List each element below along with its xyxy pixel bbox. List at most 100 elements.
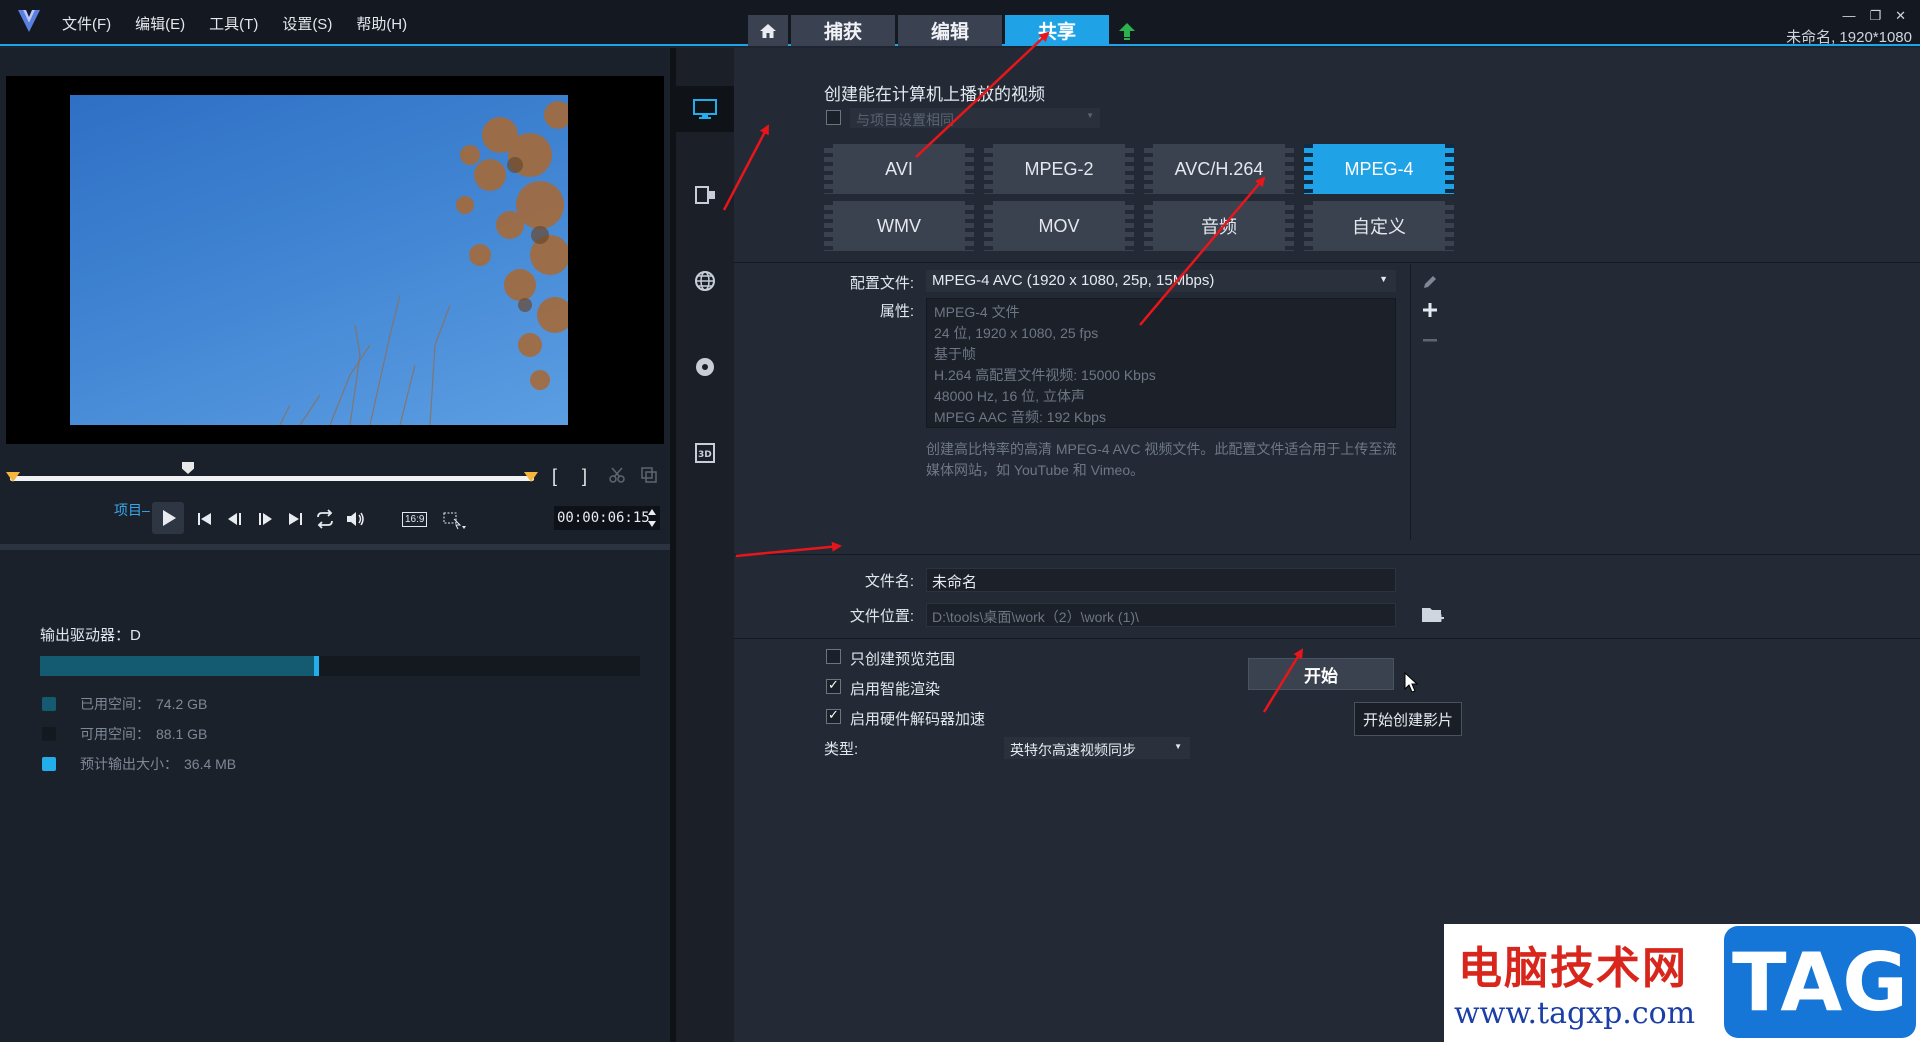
property-line: 基于帧	[934, 346, 976, 362]
folder-icon	[1422, 608, 1444, 622]
preview-range-label: 只创建预览范围	[850, 651, 956, 668]
column-divider	[1410, 264, 1411, 540]
watermark-cn: 电脑技术网	[1458, 943, 1688, 994]
property-line: H.264 高配置文件视频: 15000 Kbps	[934, 367, 1156, 383]
volume-icon[interactable]	[344, 508, 366, 530]
location-input[interactable]: D:\tools\桌面\work（2）\work (1)\	[926, 603, 1396, 627]
tab-capture[interactable]: 捕获	[791, 15, 895, 46]
filename-label: 文件名:	[864, 573, 914, 590]
go-to-end-icon[interactable]	[284, 508, 306, 530]
playhead[interactable]	[182, 462, 194, 474]
type-dropdown[interactable]: 英特尔高速视频同步	[1004, 737, 1190, 759]
disc-category[interactable]	[676, 344, 734, 390]
menu-help[interactable]: 帮助(H)	[356, 13, 407, 34]
globe-icon	[695, 271, 715, 291]
top-bar: 文件(F) 编辑(E) 工具(T) 设置(S) 帮助(H) 捕获 编辑 共享 —…	[0, 0, 1920, 46]
tab-home[interactable]	[748, 15, 788, 46]
estimated-output-marker	[314, 656, 320, 676]
section-divider	[734, 262, 1920, 263]
3d-category[interactable]: 3D	[676, 430, 734, 476]
same-as-project-dropdown[interactable]: 与项目设置相同	[850, 108, 1100, 128]
filename-input[interactable]: 未命名	[926, 568, 1396, 592]
restore-icon[interactable]: ❐	[1869, 8, 1881, 24]
copy-clip-icon[interactable]	[640, 466, 658, 484]
device-icon	[695, 186, 715, 204]
format-avi-button[interactable]: AVI	[824, 144, 974, 194]
menu-settings[interactable]: 设置(S)	[282, 13, 332, 34]
computer-category[interactable]	[676, 86, 734, 132]
watermark-tag: TAG	[1724, 926, 1916, 1038]
web-category[interactable]	[676, 258, 734, 304]
edit-profile-button[interactable]	[1420, 272, 1440, 292]
format-avc-button[interactable]: AVC/H.264	[1144, 144, 1294, 194]
properties-box: MPEG-4 文件 24 位, 1920 x 1080, 25 fps 基于帧 …	[926, 298, 1396, 428]
location-label: 文件位置:	[849, 608, 914, 625]
menu-file[interactable]: 文件(F)	[62, 13, 111, 34]
smart-render-checkbox[interactable]	[826, 677, 841, 694]
format-buttons: AVI MPEG-2 AVC/H.264 MPEG-4 WMV MOV 音频 自…	[824, 144, 1456, 254]
share-category-bar: 3D	[676, 48, 734, 1042]
minus-icon	[1423, 339, 1437, 342]
monitor-icon	[693, 99, 717, 119]
play-button[interactable]	[152, 502, 184, 534]
upload-icon[interactable]	[1118, 22, 1136, 40]
legend-free-swatch	[42, 727, 56, 741]
menu-tools[interactable]: 工具(T)	[209, 13, 258, 34]
legend-free: 可用空间： 88.1 GB	[42, 724, 207, 744]
mouse-cursor-icon	[1404, 672, 1419, 693]
go-to-start-icon[interactable]	[194, 508, 216, 530]
display-mode-icon[interactable]	[442, 510, 468, 530]
tab-edit[interactable]: 编辑	[898, 15, 1002, 46]
add-profile-button[interactable]	[1420, 300, 1440, 320]
mode-tabs: 捕获 编辑 共享	[748, 15, 1109, 46]
same-as-project-checkbox[interactable]	[826, 110, 841, 125]
property-line: 48000 Hz, 16 位, 立体声	[934, 388, 1085, 404]
player-panel: [ ] 项目– 16:9 00:00:06:15 输出驱动器：D 已用空间： 74…	[0, 48, 670, 1042]
timeline-scrubber[interactable]	[10, 476, 534, 481]
tab-share[interactable]: 共享	[1005, 15, 1109, 46]
close-icon[interactable]: ✕	[1895, 8, 1906, 24]
properties-label: 属性:	[879, 303, 914, 320]
section-divider	[734, 638, 1920, 639]
preview-range-checkbox[interactable]	[826, 649, 841, 664]
mark-in-button[interactable]: [	[552, 466, 557, 487]
next-frame-icon[interactable]	[254, 508, 276, 530]
minimize-icon[interactable]: —	[1842, 8, 1855, 24]
hardware-decoder-checkbox[interactable]	[826, 707, 841, 724]
mark-out-button[interactable]: ]	[582, 466, 587, 487]
preview-window	[6, 76, 664, 444]
play-icon	[163, 510, 176, 526]
share-heading: 创建能在计算机上播放的视频	[824, 85, 1045, 104]
format-mov-button[interactable]: MOV	[984, 201, 1134, 251]
previous-frame-icon[interactable]	[224, 508, 246, 530]
timecode-display[interactable]: 00:00:06:15	[554, 506, 660, 530]
smart-render-label: 启用智能渲染	[850, 681, 941, 698]
trim-start-marker[interactable]	[6, 472, 20, 482]
menu-edit[interactable]: 编辑(E)	[135, 13, 185, 34]
share-content: 创建能在计算机上播放的视频 与项目设置相同 AVI MPEG-2 AVC/H.2…	[734, 48, 1920, 1042]
scissors-icon[interactable]	[608, 466, 626, 484]
3d-icon: 3D	[695, 443, 715, 463]
project-info: 未命名, 1920*1080	[1786, 29, 1912, 46]
browse-folder-button[interactable]	[1420, 605, 1446, 625]
trim-end-marker[interactable]	[524, 472, 538, 482]
format-audio-button[interactable]: 音频	[1144, 201, 1294, 251]
repeat-icon[interactable]	[314, 508, 336, 530]
start-button[interactable]: 开始	[1248, 658, 1394, 690]
format-wmv-button[interactable]: WMV	[824, 201, 974, 251]
remove-profile-button[interactable]	[1420, 330, 1440, 350]
menu-bar: 文件(F) 编辑(E) 工具(T) 设置(S) 帮助(H)	[62, 13, 431, 34]
watermark-url: www.tagxp.com	[1454, 996, 1696, 1031]
watermark: 电脑技术网 www.tagxp.com TAG	[1444, 924, 1920, 1042]
format-custom-button[interactable]: 自定义	[1304, 201, 1454, 251]
timecode-spinner-icon[interactable]	[646, 506, 658, 530]
window-controls: — ❐ ✕	[1842, 8, 1906, 24]
tree-image	[279, 101, 568, 425]
profile-dropdown[interactable]: MPEG-4 AVC (1920 x 1080, 25p, 15Mbps)	[926, 270, 1396, 292]
device-category[interactable]	[676, 172, 734, 218]
format-mpeg4-button[interactable]: MPEG-4	[1304, 144, 1454, 194]
project-clip-label[interactable]: 项目–	[114, 500, 150, 520]
aspect-ratio-button[interactable]: 16:9	[402, 512, 428, 527]
format-mpeg2-button[interactable]: MPEG-2	[984, 144, 1134, 194]
panel-divider[interactable]	[0, 544, 670, 550]
